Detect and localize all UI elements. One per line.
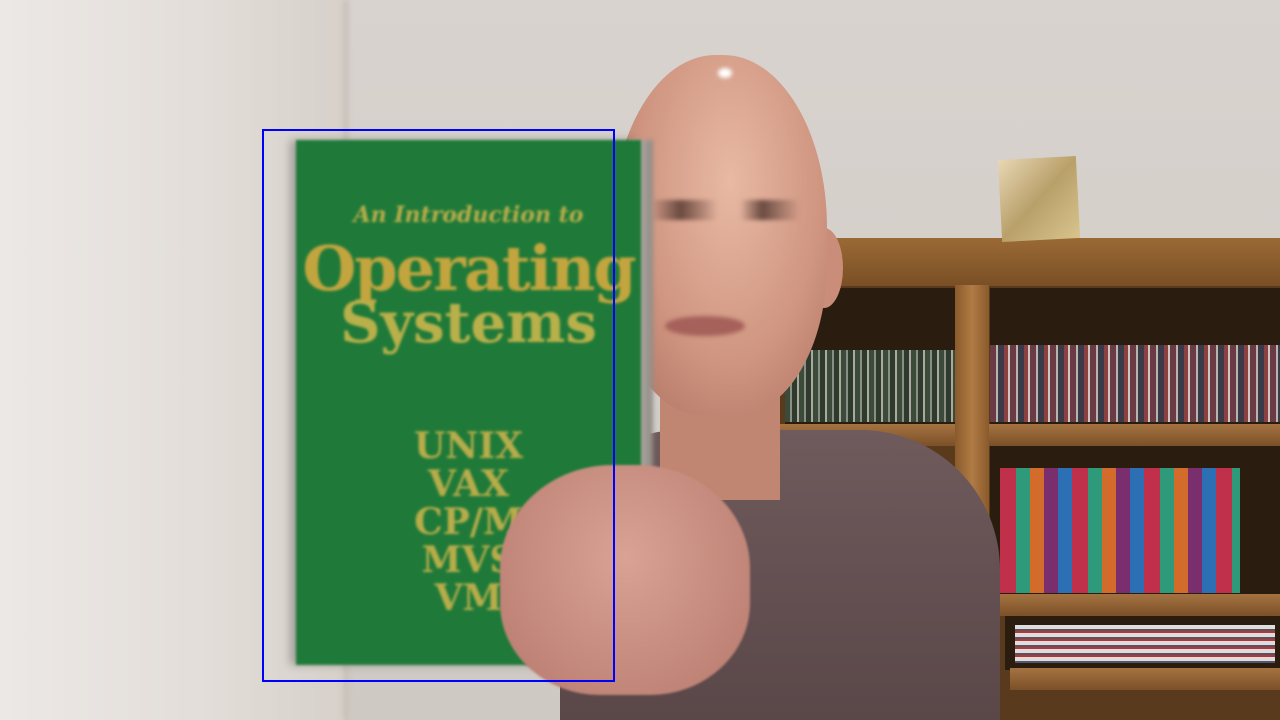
eyes (650, 200, 800, 220)
shelf-board (1000, 594, 1280, 616)
dvd-box-sets (1000, 468, 1240, 593)
greeting-card (997, 156, 1081, 242)
shelf-board (1010, 668, 1280, 690)
dvd-row (785, 350, 955, 422)
mouth (665, 316, 745, 336)
dvd-row (990, 345, 1280, 422)
detection-bounding-box (262, 129, 615, 682)
bookshelf-top (770, 238, 1280, 286)
head-highlight (718, 68, 732, 78)
magazines (1015, 625, 1275, 663)
